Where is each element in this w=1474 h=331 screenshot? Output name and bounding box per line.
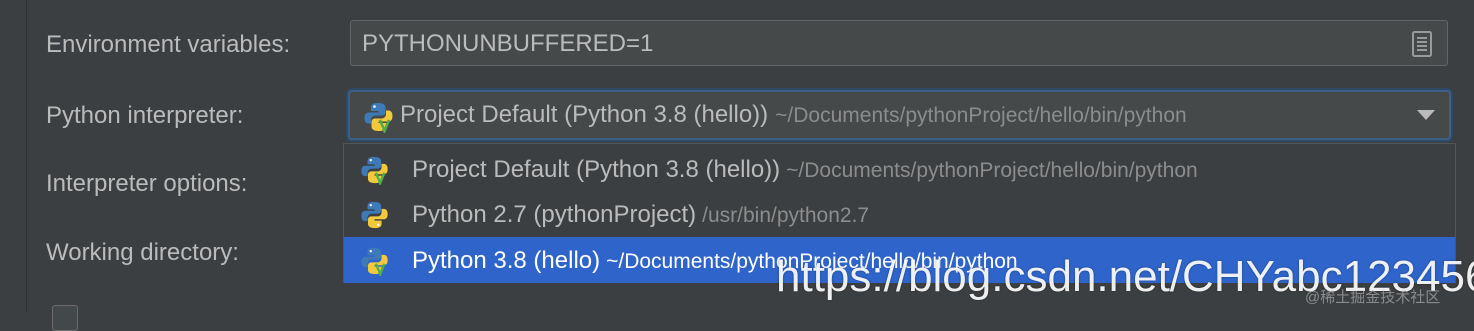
env-variables-field[interactable]: PYTHONUNBUFFERED=1: [350, 20, 1448, 66]
python-interpreter-label: Python interpreter:: [46, 102, 244, 129]
watermark-site: @稀土掘金技术社区: [1305, 289, 1441, 306]
option-checkbox[interactable]: [52, 305, 78, 331]
python-interpreter-combobox[interactable]: Project Default (Python 3.8 (hello)) ~/Do…: [348, 90, 1451, 140]
env-variables-label: Environment variables:: [46, 31, 291, 58]
document-icon[interactable]: [1412, 31, 1432, 57]
python-venv-icon: [360, 155, 390, 190]
working-directory-label: Working directory:: [46, 239, 239, 266]
dropdown-item-name: Project Default (Python 3.8 (hello)): [412, 156, 781, 183]
python-venv-icon: [363, 101, 395, 138]
dropdown-item-project-default[interactable]: Project Default (Python 3.8 (hello)) ~/Do…: [344, 146, 1455, 192]
dropdown-item-name: Python 2.7 (pythonProject): [412, 201, 697, 228]
dropdown-item-path: ~/Documents/pythonProject/hello/bin/pyth…: [786, 159, 1198, 182]
dropdown-item-text: Python 2.7 (pythonProject)/usr/bin/pytho…: [412, 201, 869, 229]
dropdown-item-path: /usr/bin/python2.7: [702, 204, 870, 227]
interpreter-name: Project Default (Python 3.8 (hello)): [400, 101, 769, 128]
interpreter-path: ~/Documents/pythonProject/hello/bin/pyth…: [775, 104, 1187, 127]
python-icon: [360, 200, 390, 235]
env-variables-value: PYTHONUNBUFFERED=1: [362, 30, 654, 57]
dropdown-item-name: Python 3.8 (hello): [412, 247, 601, 274]
left-panel-edge: [0, 0, 27, 312]
interpreter-options-label: Interpreter options:: [46, 170, 248, 197]
dropdown-item-text: Project Default (Python 3.8 (hello)) ~/Do…: [412, 156, 1198, 184]
dropdown-item-python27[interactable]: Python 2.7 (pythonProject)/usr/bin/pytho…: [344, 191, 1455, 237]
interpreter-selected-value: Project Default (Python 3.8 (hello)) ~/Do…: [400, 101, 1187, 129]
python-venv-icon: [360, 246, 390, 281]
chevron-down-icon[interactable]: [1417, 110, 1435, 120]
